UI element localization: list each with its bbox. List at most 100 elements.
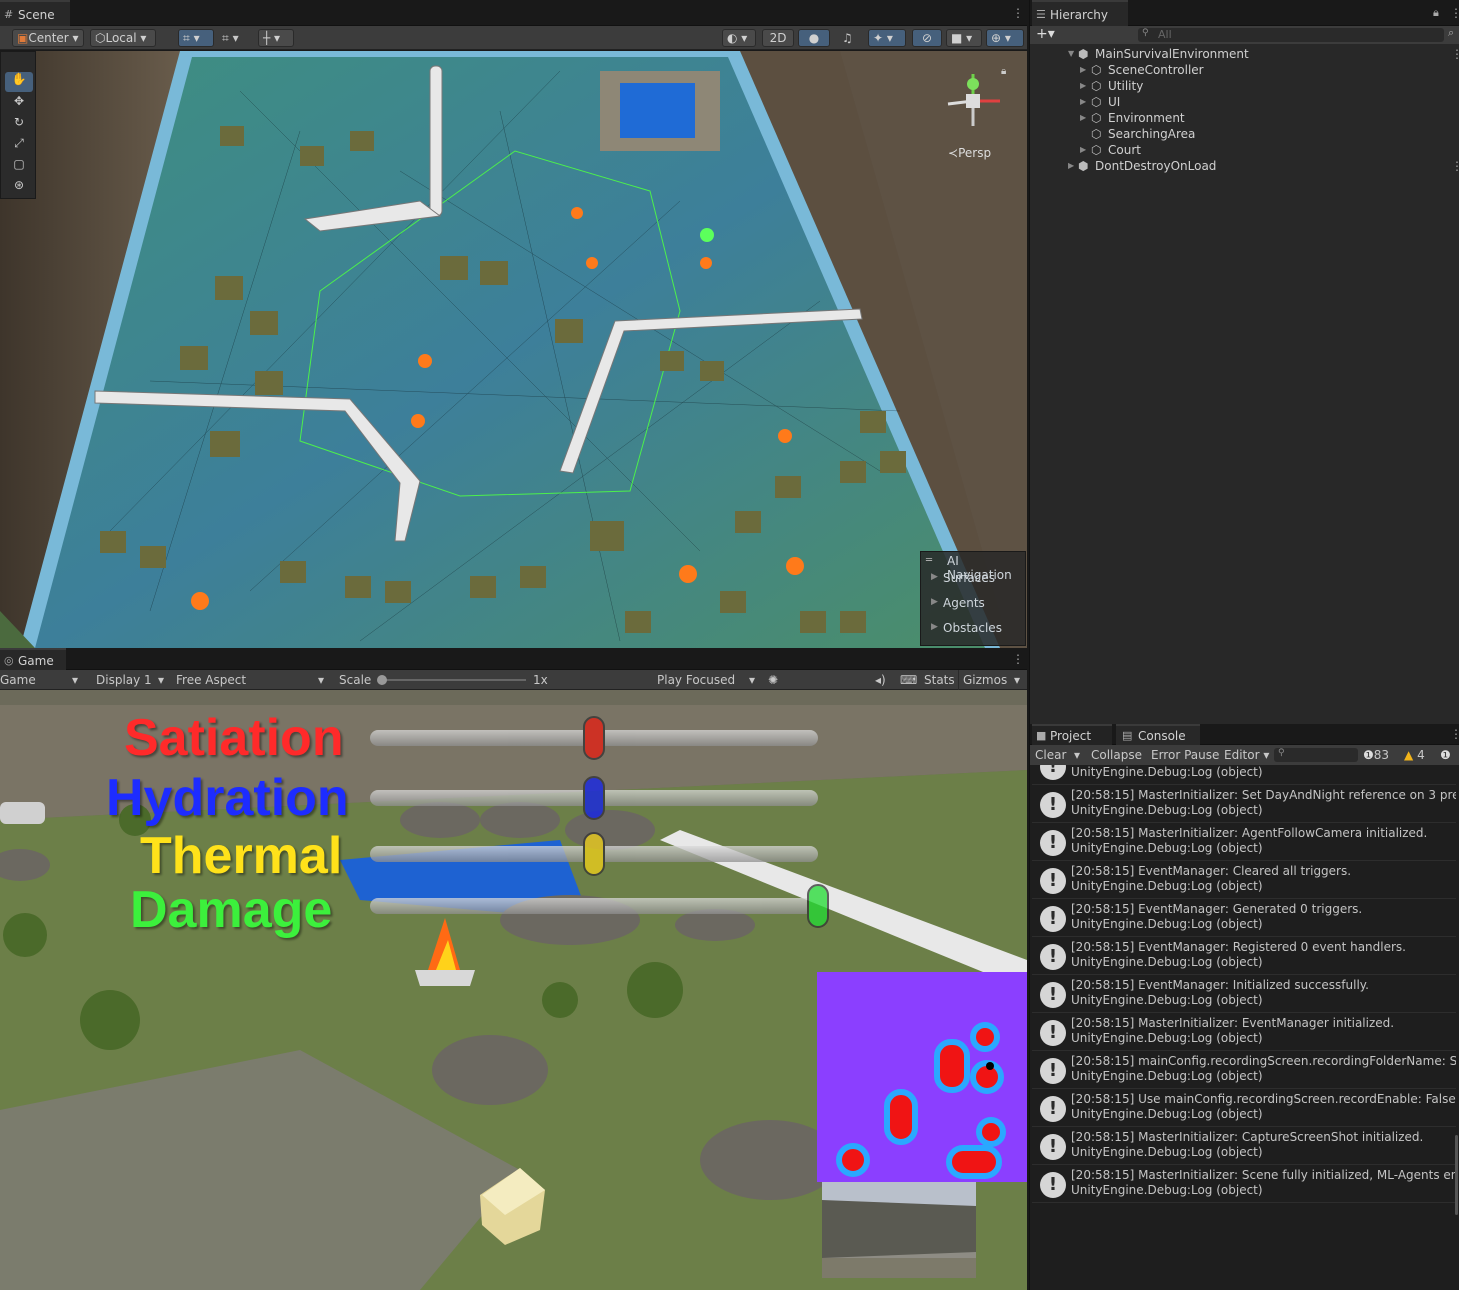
effects-dropdown[interactable]: ✦ ▾ [868,29,906,47]
editor-dropdown[interactable]: Editor ▾ [1224,746,1269,764]
expand-arrow-icon[interactable]: ▶ [1080,110,1086,126]
chevron-down-icon[interactable]: ▾ [1014,671,1020,689]
rotate-icon: ↻ [13,115,25,129]
game-viewport[interactable]: Satiation Hydration Thermal Damage [0,690,1027,1290]
kebab-menu-icon[interactable]: ⋮ [1450,727,1459,741]
axis-gizmo-icon [947,74,1000,126]
console-log-list[interactable]: ! UnityEngine.Debug:Log (object) ! [20:58… [1030,765,1459,1290]
clear-button[interactable]: Clear [1035,746,1066,764]
space-dropdown[interactable]: ⬡Local ▾ [90,29,156,47]
error-count-toggle[interactable]: ❶ [1440,746,1451,764]
kebab-menu-icon[interactable]: ⋮ [1012,652,1024,666]
rect-tool-button[interactable]: ▢ [5,157,33,177]
tab-hierarchy[interactable]: ☰ Hierarchy [1032,0,1128,26]
audio-toggle[interactable]: ♫ [842,29,853,47]
increment-snap-button[interactable]: ┼ ▾ [258,29,294,47]
expand-arrow-icon[interactable]: ▶ [1080,78,1086,94]
ai-nav-surfaces[interactable]: Surfaces [943,571,995,585]
clear-options-dropdown[interactable]: ▾ [1074,746,1080,764]
hierarchy-item-searchingarea[interactable]: ⬡ SearchingArea [1030,126,1458,142]
bug-icon[interactable]: ✺ [768,671,778,689]
expand-arrow-icon[interactable]: ▶ [1080,142,1086,158]
log-entry[interactable]: ! [20:58:15] MasterInitializer: Scene ful… [1032,1165,1456,1203]
play-focused-dropdown[interactable]: Play Focused ▾ [657,671,761,689]
scale-slider[interactable] [377,675,526,685]
hierarchy-item-utility[interactable]: ▶ ⬡ Utility [1030,78,1458,94]
drag-handle-icon[interactable]: ═ [926,555,932,566]
scene-viewport[interactable]: ✋ ✥ ↻ ⤢ ▢ ⊛ 🔒︎ ≺Persp ═ AI Navigation ▶ … [0,51,1027,648]
warning-count: 4 [1417,748,1425,762]
game-mode-dropdown[interactable]: Game ▾ [0,671,84,689]
warning-count-toggle[interactable]: ▲ 4 [1404,746,1425,764]
display-dropdown[interactable]: Display 1 ▾ [96,671,170,689]
toggle-2d-button[interactable]: 2D [762,29,794,47]
log-entry[interactable]: ! [20:58:15] MasterInitializer: Set DayAn… [1032,785,1456,823]
gizmos-button[interactable]: Gizmos [963,671,1007,689]
hierarchy-search-input[interactable]: ⚲ All [1138,28,1444,42]
hierarchy-root-dontdestroyonload[interactable]: ▶ ⬢ DontDestroyOnLoad ⋮ [1030,158,1459,174]
aspect-dropdown[interactable]: Free Aspect ▾ [176,671,332,689]
lighting-toggle[interactable]: ● [798,29,830,47]
tab-project[interactable]: ■ Project [1032,724,1112,745]
expand-arrow-icon[interactable]: ▶ [931,597,938,607]
gizmos-dropdown[interactable]: ⊕ ▾ [986,29,1024,47]
hierarchy-root-scene[interactable]: ▼ ⬢ MainSurvivalEnvironment ⋮ [1030,46,1459,62]
console-scrollbar[interactable] [1455,1135,1458,1215]
move-tool-button[interactable]: ✥ [5,94,33,114]
hierarchy-item-court[interactable]: ▶ ⬡ Court [1030,142,1458,158]
orientation-gizmo[interactable] [940,66,1010,136]
kebab-menu-icon[interactable]: ⋮ [1450,6,1459,20]
grid-toggle-button[interactable]: ⌗ ▾ [222,29,239,47]
ai-nav-agents[interactable]: Agents [943,596,985,610]
collapse-button[interactable]: Collapse [1091,746,1142,764]
kebab-menu-icon[interactable]: ⋮ [1451,158,1459,174]
log-entry[interactable]: ! [20:58:15] MasterInitializer: AgentFoll… [1032,823,1456,861]
expand-arrow-icon[interactable]: ▶ [931,622,938,632]
log-entry-partial[interactable]: ! UnityEngine.Debug:Log (object) [1032,765,1456,785]
pivot-dropdown[interactable]: ▣Center ▾ [12,29,84,47]
camera-dropdown[interactable]: ■ ▾ [946,29,982,47]
expand-arrow-icon[interactable]: ▼ [1068,46,1074,62]
scene-visibility-icon[interactable]: ⌕ [1448,26,1454,40]
kebab-menu-icon[interactable]: ⋮ [1012,6,1024,20]
speaker-icon[interactable]: ◂) [875,671,886,689]
log-entry[interactable]: ! [20:58:15] EventManager: Registered 0 e… [1032,937,1456,975]
log-entry[interactable]: ! [20:58:15] EventManager: Generated 0 tr… [1032,899,1456,937]
hand-tool-button[interactable]: ✋ [5,72,33,92]
expand-arrow-icon[interactable]: ▶ [1068,158,1074,174]
scale-slider-thumb[interactable] [377,675,387,685]
tab-scene[interactable]: # Scene [0,0,70,26]
expand-arrow-icon[interactable]: ▶ [931,572,938,582]
hierarchy-item-scenecontroller[interactable]: ▶ ⬡ SceneController [1030,62,1458,78]
log-entry[interactable]: ! [20:58:15] Use mainConfig.recordingScre… [1032,1089,1456,1127]
rotate-tool-button[interactable]: ↻ [5,115,33,135]
hierarchy-item-ui[interactable]: ▶ ⬡ UI [1030,94,1458,110]
stats-button[interactable]: Stats [924,671,955,689]
tab-console[interactable]: ▤ Console [1116,724,1200,745]
lock-icon[interactable]: 🔒︎ [1001,66,1006,77]
grid-snap-button[interactable]: ⌗ ▾ [178,29,214,47]
draw-mode-dropdown[interactable]: ◐ ▾ [722,29,756,47]
scale-tool-button[interactable]: ⤢ [5,136,33,156]
expand-arrow-icon[interactable]: ▶ [1080,94,1086,110]
log-entry[interactable]: ! [20:58:15] EventManager: Cleared all tr… [1032,861,1456,899]
tab-game[interactable]: ◎ Game [0,648,66,670]
log-entry[interactable]: ! [20:58:15] EventManager: Initialized su… [1032,975,1456,1013]
log-entry[interactable]: ! [20:58:15] MasterInitializer: CaptureSc… [1032,1127,1456,1165]
transform-tool-button[interactable]: ⊛ [5,178,33,198]
console-search-input[interactable]: ⚲ [1274,748,1358,762]
kebab-menu-icon[interactable]: ⋮ [1451,46,1459,62]
log-entry[interactable]: ! [20:58:15] mainConfig.recordingScreen.r… [1032,1051,1456,1089]
scale-icon: ⤢ [14,136,24,150]
hierarchy-item-environment[interactable]: ▶ ⬡ Environment [1030,110,1458,126]
expand-arrow-icon[interactable]: ▶ [1080,62,1086,78]
error-pause-button[interactable]: Error Pause [1151,746,1219,764]
add-dropdown[interactable]: +▾ [1036,26,1055,42]
keyboard-icon[interactable]: ⌨ [900,671,917,689]
log-entry[interactable]: ! [20:58:15] MasterInitializer: EventMana… [1032,1013,1456,1051]
perspective-label[interactable]: ≺Persp [948,146,991,160]
visibility-toggle[interactable]: ⊘ [912,29,942,47]
log-count-toggle[interactable]: ❶83 [1363,746,1389,764]
lock-icon[interactable]: 🔒︎ [1433,6,1439,20]
ai-nav-obstacles[interactable]: Obstacles [943,621,1002,635]
